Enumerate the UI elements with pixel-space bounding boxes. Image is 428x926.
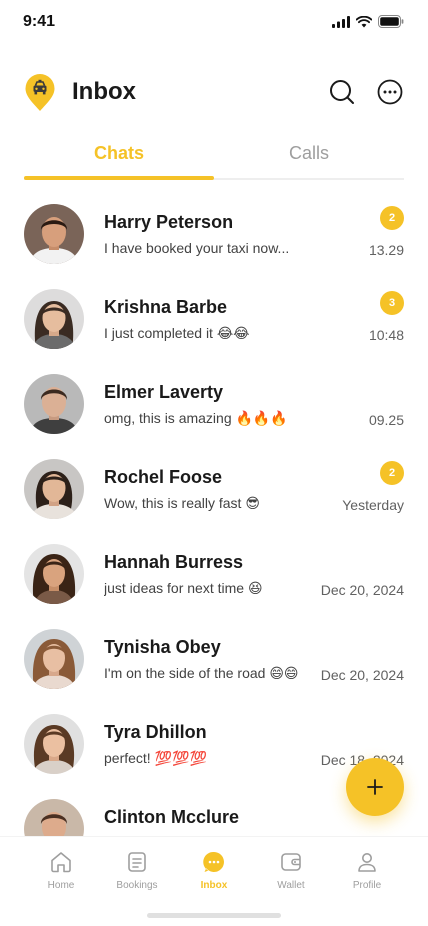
- chat-last-message: I have booked your taxi now...: [104, 240, 290, 256]
- wifi-icon: [356, 15, 372, 27]
- chat-last-message: I just completed it 😂😂: [104, 325, 250, 341]
- avatar: [24, 714, 84, 774]
- nav-inbox[interactable]: Inbox: [179, 849, 249, 891]
- chat-time: 10:48: [368, 327, 404, 343]
- avatar: [24, 289, 84, 349]
- chat-name: Tynisha Obey: [104, 637, 221, 657]
- page-title: Inbox: [72, 78, 136, 105]
- home-indicator: [147, 913, 281, 918]
- chat-time: Yesterday: [342, 497, 404, 513]
- taxi-icon: [25, 74, 55, 111]
- search-icon: [330, 80, 354, 104]
- chat-time: Dec 20, 2024: [320, 582, 404, 598]
- chat-row-hannah-burress[interactable]: Hannah Burress just ideas for next time …: [0, 534, 428, 614]
- nav-label: Bookings: [116, 880, 158, 891]
- chat-time: 09.25: [368, 412, 404, 428]
- nav-profile[interactable]: Profile: [332, 849, 402, 891]
- nav-home[interactable]: Home: [26, 849, 96, 891]
- avatar: [24, 544, 84, 604]
- chat-name: Clinton Mcclure: [104, 807, 240, 827]
- unread-badge: 2: [380, 206, 404, 230]
- new-chat-button[interactable]: [346, 758, 404, 816]
- home-icon: [51, 852, 71, 873]
- chat-last-message: just ideas for next time 😆: [104, 580, 263, 596]
- status-bar: 9:41: [0, 0, 428, 44]
- chat-list: Harry Peterson I have booked your taxi n…: [0, 194, 428, 836]
- unread-badge: 3: [380, 291, 404, 315]
- search-button[interactable]: [328, 78, 356, 106]
- chat-last-message: perfect! 💯💯💯: [104, 750, 207, 766]
- status-icons: [332, 15, 404, 28]
- avatar: [24, 204, 84, 264]
- signal-icon: [332, 15, 350, 28]
- chat-row-rochel-foose[interactable]: Rochel Foose Wow, this is really fast 😎 …: [0, 449, 428, 529]
- chat-name: Elmer Laverty: [104, 382, 224, 402]
- wallet-icon: [281, 853, 301, 871]
- chat-name: Hannah Burress: [104, 552, 244, 572]
- battery-icon: [378, 15, 404, 28]
- avatar: [24, 799, 84, 836]
- more-icon: [377, 79, 403, 105]
- nav-bookings[interactable]: Bookings: [102, 849, 172, 891]
- tab-calls[interactable]: Calls: [214, 138, 404, 182]
- more-button[interactable]: [376, 78, 404, 106]
- nav-label: Wallet: [277, 880, 305, 891]
- chat-name: Krishna Barbe: [104, 297, 228, 317]
- avatar: [24, 374, 84, 434]
- tab-bar: Chats Calls: [24, 138, 404, 182]
- chat-name: Harry Peterson: [104, 212, 234, 232]
- plus-icon: [367, 779, 383, 795]
- unread-badge: 2: [380, 461, 404, 485]
- bookings-icon: [128, 852, 146, 872]
- chat-name: Rochel Foose: [104, 467, 223, 487]
- nav-label: Profile: [352, 880, 382, 891]
- chat-row-tynisha-obey[interactable]: Tynisha Obey I'm on the side of the road…: [0, 619, 428, 699]
- status-time: 9:41: [23, 13, 56, 30]
- profile-icon: [358, 853, 376, 872]
- chat-time: 13.29: [368, 242, 404, 258]
- nav-label: Home: [47, 880, 75, 891]
- chat-time: Dec 20, 2024: [320, 667, 404, 683]
- app-header: Inbox: [0, 70, 428, 114]
- chat-last-message: Wow, this is really fast 😎: [104, 495, 260, 511]
- inbox-icon: [203, 851, 224, 872]
- chat-row-elmer-laverty[interactable]: Elmer Laverty omg, this is amazing 🔥🔥🔥 0…: [0, 364, 428, 444]
- nav-label: Inbox: [200, 880, 228, 891]
- chat-last-message: I'm on the side of the road 😄😄: [104, 665, 299, 681]
- chat-row-harry-peterson[interactable]: Harry Peterson I have booked your taxi n…: [0, 194, 428, 274]
- chat-row-krishna-barbe[interactable]: Krishna Barbe I just completed it 😂😂 3 1…: [0, 279, 428, 359]
- nav-wallet[interactable]: Wallet: [256, 849, 326, 891]
- avatar: [24, 459, 84, 519]
- chat-last-message: omg, this is amazing 🔥🔥🔥: [104, 410, 288, 426]
- avatar: [24, 629, 84, 689]
- tab-active-indicator: [24, 176, 214, 180]
- chat-name: Tyra Dhillon: [104, 722, 207, 742]
